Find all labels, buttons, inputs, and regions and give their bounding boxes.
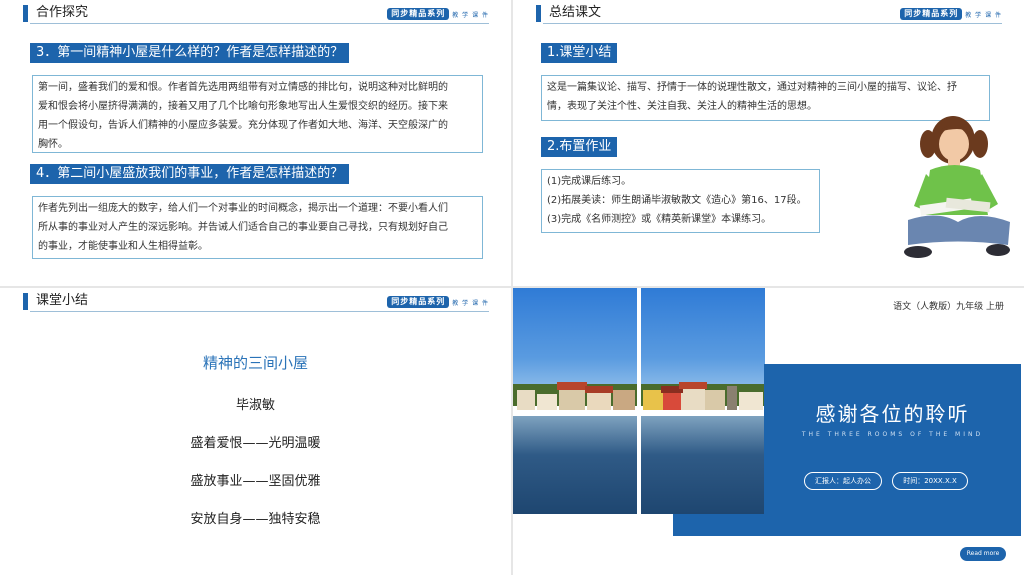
- brand-label: 同步精品系列: [900, 8, 963, 20]
- summary-heading: 精神的三间小屋: [202, 354, 308, 372]
- section-2-label: 2.布置作业: [541, 137, 618, 157]
- question-3-label: 3．第一间精神小屋是什么样的？作者是怎样描述的？: [30, 43, 350, 63]
- reporter-pill: 汇报人：起人办公: [804, 472, 882, 490]
- header-accent-bar: [536, 5, 541, 22]
- answer-line: 所从事的事业对人产生的深远影响。并告诫人们适合自己的事业要自己寻找，只有规划好自…: [38, 222, 448, 233]
- read-more-button[interactable]: Read more: [960, 547, 1006, 561]
- slide-thanks: 语文（人教版）九年级 上册 感谢各位的聆听 THE THREE ROOMS OF…: [513, 288, 1024, 575]
- content-line: (1)完成课后练习。: [547, 176, 632, 187]
- thanks-panel: 感谢各位的聆听 THE THREE ROOMS OF THE MIND 汇报人：…: [764, 364, 1021, 514]
- summary-point-2: 盛放事业——坚固优雅: [190, 474, 321, 489]
- accent-band: [673, 514, 1021, 536]
- brand-subtitle: 教 学 课 件: [452, 299, 489, 307]
- summary-point-3: 安放自身——独特安稳: [190, 512, 321, 527]
- question-4-answer: 作者先列出一组庞大的数字，给人们一个对事业的时间概念，揭示出一个道理：不要小看人…: [32, 196, 483, 259]
- answer-line: 爱和恨会将小屋挤得满满的，接着又用了几个比喻句形象地写出人生爱恨交织的经历。接下…: [38, 101, 448, 112]
- slide-title: 合作探究: [36, 5, 89, 20]
- brand-subtitle: 教 学 课 件: [965, 11, 1002, 19]
- lake-village-photo-left: [513, 288, 637, 514]
- header-divider: [30, 23, 489, 24]
- thanks-title: 感谢各位的聆听: [815, 402, 970, 426]
- answer-line: 作者先列出一组庞大的数字，给人们一个对事业的时间概念，揭示出一个道理：不要小看人…: [38, 203, 448, 214]
- answer-line: 的事业，才能使事业和人生相得益彰。: [38, 241, 208, 252]
- brand-label: 同步精品系列: [387, 296, 450, 308]
- course-label: 语文（人教版）九年级 上册: [893, 302, 1004, 312]
- answer-line: 用一个假设句，告诉人们精神的小屋应多装爱。充分体现了作者如大地、海洋、天空般深广…: [38, 120, 448, 131]
- summary-point-1: 盛着爱恨——光明温暖: [190, 436, 321, 451]
- brand-subtitle: 教 学 课 件: [452, 11, 489, 19]
- reading-girl-illustration: [904, 116, 1010, 258]
- question-4-label: 4．第二间小屋盛放我们的事业，作者是怎样描述的？: [30, 164, 350, 184]
- slide-class-summary: 课堂小结 同步精品系列 教 学 课 件 精神的三间小屋 毕淑敏 盛着爱恨——光明…: [0, 288, 511, 575]
- section-1-label: 1.课堂小结: [541, 43, 618, 63]
- brand-label: 同步精品系列: [387, 8, 450, 20]
- question-3-answer: 第一间，盛着我们的爱和恨。作者首先选用两组带有对立情感的排比句，说明这种对比鲜明…: [32, 75, 483, 153]
- slide-summary: 总结课文 同步精品系列 教 学 课 件 1.课堂小结 这是一篇集议论、描写、抒情…: [513, 0, 1024, 286]
- time-pill: 时间：20XX.X.X: [892, 472, 968, 490]
- lake-village-photo-right: [641, 288, 765, 514]
- header-divider: [543, 23, 1002, 24]
- answer-line: 胸怀。: [38, 139, 68, 150]
- slide-title: 课堂小结: [36, 293, 89, 308]
- thanks-subtitle: THE THREE ROOMS OF THE MIND: [801, 431, 984, 438]
- header-accent-bar: [23, 5, 28, 22]
- content-line: (3)完成《名师测控》或《精英新课堂》本课练习。: [547, 214, 772, 225]
- section-2-content: (1)完成课后练习。 (2)拓展美读：师生朗诵毕淑敏散文《造心》第16、17段。…: [541, 169, 820, 233]
- brand-logo: 同步精品系列 教 学 课 件: [900, 8, 1002, 20]
- summary-author: 毕淑敏: [235, 398, 275, 413]
- header-divider: [30, 311, 489, 312]
- brand-logo: 同步精品系列 教 学 课 件: [387, 296, 489, 308]
- brand-logo: 同步精品系列 教 学 课 件: [387, 8, 489, 20]
- slide-title: 总结课文: [549, 5, 602, 20]
- content-line: 这是一篇集议论、描写、抒情于一体的说理性散文，通过对精神的三间小屋的描写、议论、…: [547, 82, 957, 93]
- slide-cooperative-inquiry: 合作探究 同步精品系列 教 学 课 件 3．第一间精神小屋是什么样的？作者是怎样…: [0, 0, 511, 286]
- answer-line: 第一间，盛着我们的爱和恨。作者首先选用两组带有对立情感的排比句，说明这种对比鲜明…: [38, 82, 448, 93]
- content-line: (2)拓展美读：师生朗诵毕淑敏散文《造心》第16、17段。: [547, 195, 807, 206]
- header-accent-bar: [23, 293, 28, 310]
